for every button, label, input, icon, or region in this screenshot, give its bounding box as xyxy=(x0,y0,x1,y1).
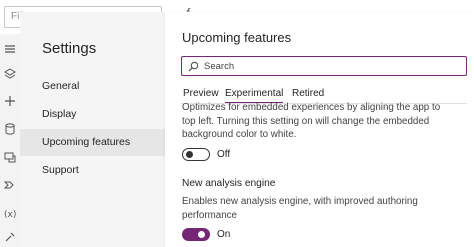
svg-text:(x): (x) xyxy=(4,210,16,220)
variables-icon[interactable]: (x) xyxy=(3,206,17,220)
nav-item-display[interactable]: Display xyxy=(20,101,165,128)
hamburger-icon[interactable] xyxy=(3,42,17,56)
toggle-knob xyxy=(198,231,205,238)
page-title: Upcoming features xyxy=(182,30,292,45)
database-icon[interactable] xyxy=(3,122,17,136)
nav-item-label: Display xyxy=(42,108,77,120)
tools-icon[interactable] xyxy=(3,230,17,244)
nav-item-label: Upcoming features xyxy=(42,136,131,148)
settings-content: Upcoming features Preview Experimental R… xyxy=(165,12,474,247)
layers-icon[interactable] xyxy=(3,67,17,81)
settings-nav: Settings General Display Upcoming featur… xyxy=(20,12,165,247)
toggle-state-label: Off xyxy=(217,149,231,160)
power-automate-icon[interactable] xyxy=(3,178,17,192)
nav-item-label: General xyxy=(42,80,80,92)
tab-preview[interactable]: Preview xyxy=(183,88,219,99)
media-icon[interactable] xyxy=(3,150,17,164)
search-box[interactable] xyxy=(181,56,467,76)
nav-item-upcoming-features[interactable]: Upcoming features xyxy=(20,129,165,156)
nav-item-label: Support xyxy=(42,164,79,176)
settings-title: Settings xyxy=(42,40,97,57)
feature-toggle-analysis-engine[interactable] xyxy=(182,228,210,241)
feature-toggle-embedded[interactable] xyxy=(182,148,210,161)
left-rail: (x) xyxy=(0,34,21,247)
toggle-knob xyxy=(186,151,193,158)
search-input[interactable] xyxy=(204,59,459,73)
toggle-state-label: On xyxy=(217,229,231,240)
plus-icon[interactable] xyxy=(3,94,17,108)
nav-item-general[interactable]: General xyxy=(20,73,165,100)
feature-description: Enables new analysis engine, with improv… xyxy=(182,196,418,221)
tab-retired[interactable]: Retired xyxy=(292,88,324,99)
feature-description: Optimizes for embedded experiences by al… xyxy=(182,102,441,140)
nav-item-support[interactable]: Support xyxy=(20,157,165,184)
search-icon xyxy=(188,61,199,72)
feature-name: New analysis engine xyxy=(182,178,276,189)
